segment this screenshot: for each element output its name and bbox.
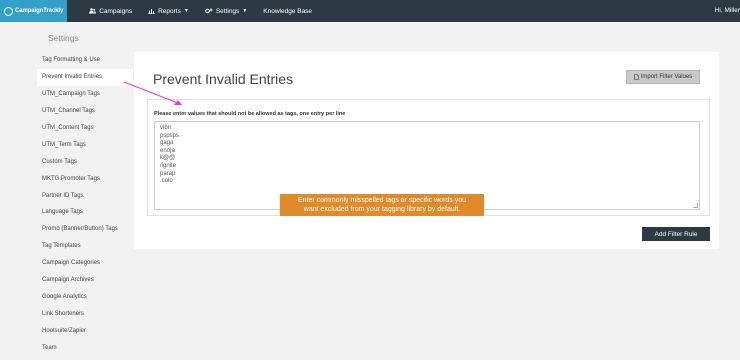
import-filter-values-button[interactable]: Import Filter Values — [626, 70, 700, 84]
sidebar-item-mktg-promoter-tags[interactable]: MKTG Promoter Tags — [37, 170, 133, 187]
annotation-arrow-icon — [123, 81, 182, 105]
users-icon — [89, 8, 97, 14]
sidebar-item-campaign-categories[interactable]: Campaign Categories — [37, 255, 133, 272]
add-filter-rule-button[interactable]: Add Filter Rule — [642, 227, 710, 241]
annotation-line-1: Enter commonly misspelled tags or specif… — [297, 197, 467, 204]
sidebar-item-campaign-archives[interactable]: Campaign Archives — [37, 272, 133, 289]
sidebar-item-promo-tags[interactable]: Promo (Banner/Button) Tags — [37, 221, 133, 238]
nav-campaigns-label: Campaigns — [99, 7, 133, 15]
nav-settings-label: Settings — [215, 7, 240, 15]
logo[interactable]: CampaignTrackly — [0, 0, 68, 22]
sidebar-item-tag-templates[interactable]: Tag Templates — [37, 238, 133, 255]
sidebar-item-custom-tags[interactable]: Custom Tags — [37, 153, 133, 170]
nav-knowledge-base-label: Knowledge Base — [263, 7, 313, 15]
gear-icon — [205, 8, 213, 14]
logo-icon — [4, 6, 13, 16]
top-nav: CampaignTrackly Campaigns Reports ▼ Sett… — [0, 0, 740, 22]
filter-entry: k@@ — [160, 155, 176, 162]
sidebar-item-prevent-invalid-entries[interactable]: Prevent Invalid Entries — [37, 68, 133, 86]
chevron-down-icon: ▼ — [242, 8, 248, 14]
resize-grip-icon[interactable] — [693, 203, 698, 208]
sidebar-item-utm-content-tags[interactable]: UTM_Content Tags — [37, 120, 133, 137]
sidebar-item-hootsuite-zapier[interactable]: Hootsuite/Zapier — [37, 322, 133, 339]
nav-settings[interactable]: Settings ▼ — [205, 8, 247, 15]
sidebar-item-tag-formatting[interactable]: Tag Formatting & Use — [37, 52, 133, 69]
sidebar-item-utm-term-tags[interactable]: UTM_Term Tags — [37, 136, 133, 153]
bar-chart-icon — [148, 9, 156, 14]
filter-entry: eno|a — [160, 147, 175, 154]
filter-entry: pspsps — [160, 132, 180, 139]
annotation-callout: Enter commonly misspelled tags or specif… — [280, 194, 484, 216]
filter-entry: vibri — [160, 125, 172, 131]
filter-entry: .colo — [160, 178, 173, 185]
sidebar-item-language-tags[interactable]: Language Tags — [37, 204, 133, 221]
logo-text: CampaignTrackly — [15, 8, 64, 14]
nav-campaigns[interactable]: Campaigns — [89, 8, 132, 15]
settings-sidebar: Tag Formatting & Use Prevent Invalid Ent… — [37, 52, 133, 356]
filter-entry: parap — [160, 170, 176, 177]
sidebar-item-link-shorteners[interactable]: Link Shorteners — [37, 305, 133, 322]
filter-entry: gaga — [160, 140, 174, 147]
nav-knowledge-base[interactable]: Knowledge Base — [263, 8, 312, 15]
sidebar-item-utm-channel-tags[interactable]: UTM_Channel Tags — [37, 103, 133, 120]
sidebar-item-partner-id-tags[interactable]: Partner ID Tags — [37, 187, 133, 204]
filter-field-label: Please enter values that should not be a… — [154, 111, 346, 117]
nav-reports-label: Reports — [158, 7, 181, 15]
sidebar-item-team[interactable]: Team — [37, 339, 133, 356]
sidebar-item-google-analytics[interactable]: Google Analytics — [37, 288, 133, 305]
filter-entry: /ignite — [160, 162, 177, 169]
sidebar-item-utm-campaign-tags[interactable]: UTM_Campaign Tags — [37, 86, 133, 103]
chevron-down-icon: ▼ — [183, 8, 189, 14]
user-greeting[interactable]: Hi, Miller — [715, 7, 740, 14]
import-button-label: Import Filter Values — [640, 74, 693, 80]
main-panel: Prevent Invalid Entries Import Filter Va… — [134, 52, 719, 249]
document-icon — [633, 74, 639, 80]
annotation-line-2: want excluded from your tagging library … — [303, 206, 461, 213]
nav-reports[interactable]: Reports ▼ — [148, 8, 189, 15]
settings-heading: Settings — [48, 33, 79, 43]
